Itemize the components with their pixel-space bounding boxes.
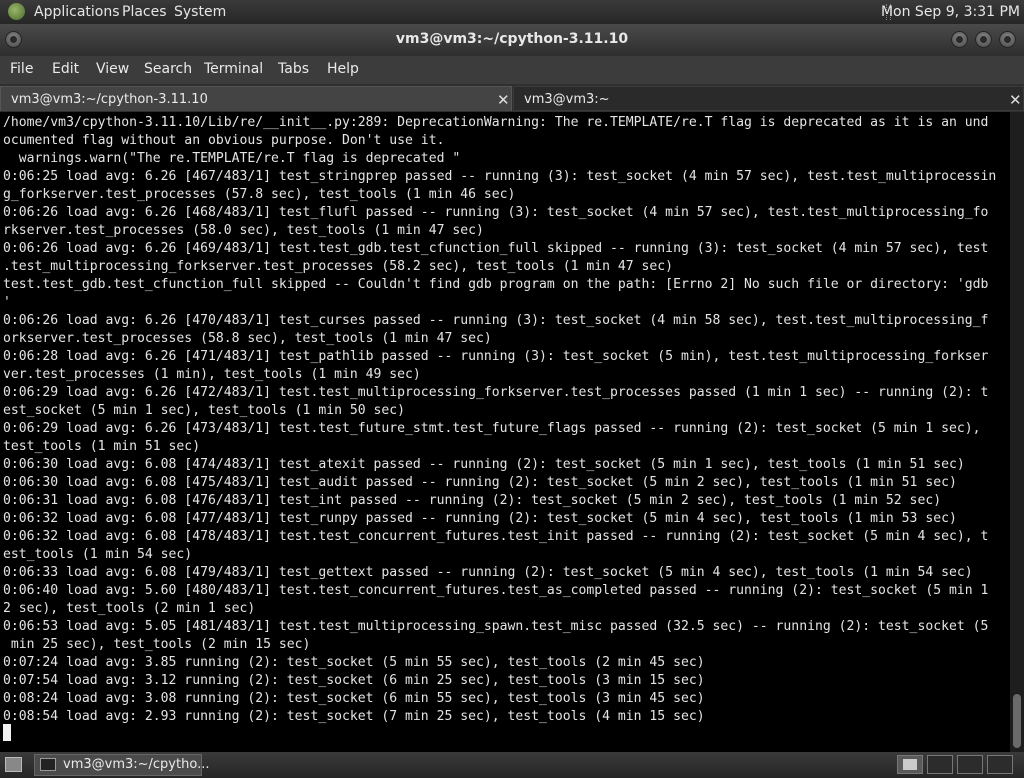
terminal-line: 0:06:33 load avg: 6.08 [479/483/1] test_…: [3, 565, 973, 580]
window-title: vm3@vm3:~/cpython-3.11.10: [395, 31, 629, 47]
terminal-output[interactable]: /home/vm3/cpython-3.11.10/Lib/re/__init_…: [0, 112, 1010, 752]
terminal-line: 0:06:30 load avg: 6.08 [474/483/1] test_…: [3, 457, 965, 472]
workspace-1[interactable]: [897, 755, 923, 774]
taskbar-terminal-button[interactable]: vm3@vm3:~/cpytho...: [34, 754, 209, 776]
terminal-line: 0:06:26 load avg: 6.26 [469/483/1] test.…: [3, 241, 989, 256]
places-menu[interactable]: Places: [122, 4, 167, 20]
maximize-icon[interactable]: [975, 31, 992, 48]
terminal-lines: /home/vm3/cpython-3.11.10/Lib/re/__init_…: [3, 114, 996, 726]
terminal-line: /home/vm3/cpython-3.11.10/Lib/re/__init_…: [3, 115, 989, 130]
clock[interactable]: Mon Sep 9, 3:31 PM: [881, 4, 1020, 20]
terminal-line: 0:06:53 load avg: 5.05 [481/483/1] test.…: [3, 619, 989, 634]
menu-file[interactable]: File: [10, 61, 33, 77]
terminal-line: 2 sec), test_tools (2 min 1 sec): [3, 601, 256, 616]
tab-label: vm3@vm3:~: [524, 92, 610, 107]
terminal-line: 0:08:54 load avg: 2.93 running (2): test…: [3, 709, 705, 724]
terminal-scrollbar[interactable]: [1010, 112, 1024, 752]
tab-close-icon[interactable]: ✕: [497, 91, 510, 109]
terminal-line: 0:06:26 load avg: 6.26 [468/483/1] test_…: [3, 205, 989, 220]
tab-cpython[interactable]: vm3@vm3:~/cpython-3.11.10 ✕: [0, 86, 512, 111]
terminal-line: orkserver.test_processes (58.8 sec), tes…: [3, 331, 492, 346]
menu-edit[interactable]: Edit: [52, 61, 79, 77]
terminal-line: ocumented flag without an obvious purpos…: [3, 133, 445, 148]
close-window-icon[interactable]: [999, 31, 1016, 48]
minimize-icon[interactable]: [951, 31, 968, 48]
terminal-line: g_forkserver.test_processes (57.8 sec), …: [3, 187, 516, 202]
terminal-line: test_tools (1 min 51 sec): [3, 439, 201, 454]
distro-logo-icon[interactable]: [8, 3, 25, 20]
workspace-2[interactable]: [927, 755, 953, 774]
terminal-line: 0:06:30 load avg: 6.08 [475/483/1] test_…: [3, 475, 957, 490]
terminal-line: min 25 sec), test_tools (2 min 15 sec): [3, 637, 311, 652]
terminal-line: 0:06:32 load avg: 6.08 [477/483/1] test_…: [3, 511, 957, 526]
terminal-icon: [40, 758, 56, 771]
terminal-line: 0:06:29 load avg: 6.26 [472/483/1] test.…: [3, 385, 989, 400]
menu-help[interactable]: Help: [327, 61, 359, 77]
top-panel: Applications Places System Mon Sep 9, 3:…: [0, 0, 1024, 24]
terminal-line: est_socket (5 min 1 sec), test_tools (1 …: [3, 403, 406, 418]
tab-label: vm3@vm3:~/cpython-3.11.10: [11, 92, 208, 107]
workspace-3[interactable]: [957, 755, 983, 774]
terminal-line: warnings.warn("The re.TEMPLATE/re.T flag…: [3, 151, 461, 166]
menu-search[interactable]: Search: [144, 61, 192, 77]
tab-home[interactable]: vm3@vm3:~ ✕: [513, 86, 1024, 111]
terminal-line: 0:06:29 load avg: 6.26 [473/483/1] test.…: [3, 421, 981, 436]
menubar: File Edit View Search Terminal Tabs Help: [0, 56, 1024, 84]
terminal-line: 0:06:26 load avg: 6.26 [470/483/1] test_…: [3, 313, 989, 328]
terminal-line: 0:07:54 load avg: 3.12 running (2): test…: [3, 673, 705, 688]
bottom-panel: vm3@vm3:~/cpytho...: [0, 752, 1024, 778]
tab-close-icon[interactable]: ✕: [1009, 91, 1022, 109]
tab-bar: vm3@vm3:~/cpython-3.11.10 ✕ vm3@vm3:~ ✕: [0, 84, 1024, 112]
workspace-4[interactable]: [987, 755, 1013, 774]
terminal-line: 0:06:32 load avg: 6.08 [478/483/1] test.…: [3, 529, 989, 544]
terminal-line: est_tools (1 min 54 sec): [3, 547, 193, 562]
terminal-line: rkserver.test_processes (58.0 sec), test…: [3, 223, 484, 238]
applications-menu[interactable]: Applications: [34, 4, 120, 20]
menu-tabs[interactable]: Tabs: [278, 61, 309, 77]
menu-view[interactable]: View: [96, 61, 129, 77]
scrollbar-thumb[interactable]: [1013, 694, 1021, 748]
terminal-line: 0:06:40 load avg: 5.60 [480/483/1] test.…: [3, 583, 989, 598]
terminal-line: 0:06:28 load avg: 6.26 [471/483/1] test_…: [3, 349, 989, 364]
terminal-line: .test_multiprocessing_forkserver.test_pr…: [3, 259, 674, 274]
terminal-line: test.test_gdb.test_cfunction_full skippe…: [3, 277, 989, 292]
menu-terminal[interactable]: Terminal: [204, 61, 263, 77]
terminal-line: 0:06:25 load avg: 6.26 [467/483/1] test_…: [3, 169, 997, 184]
window-titlebar[interactable]: vm3@vm3:~/cpython-3.11.10: [0, 24, 1024, 56]
workspace-window-icon: [903, 759, 917, 770]
terminal-line: 0:06:31 load avg: 6.08 [476/483/1] test_…: [3, 493, 942, 508]
system-menu[interactable]: System: [174, 4, 226, 20]
terminal-cursor: [3, 724, 11, 741]
terminal-line: 0:07:24 load avg: 3.85 running (2): test…: [3, 655, 705, 670]
terminal-line: 0:08:24 load avg: 3.08 running (2): test…: [3, 691, 705, 706]
terminal-line: ver.test_processes (1 min), test_tools (…: [3, 367, 421, 382]
terminal-line: ': [3, 295, 11, 310]
taskbar-label: vm3@vm3:~/cpytho...: [63, 757, 210, 772]
show-desktop-icon[interactable]: [5, 757, 22, 772]
